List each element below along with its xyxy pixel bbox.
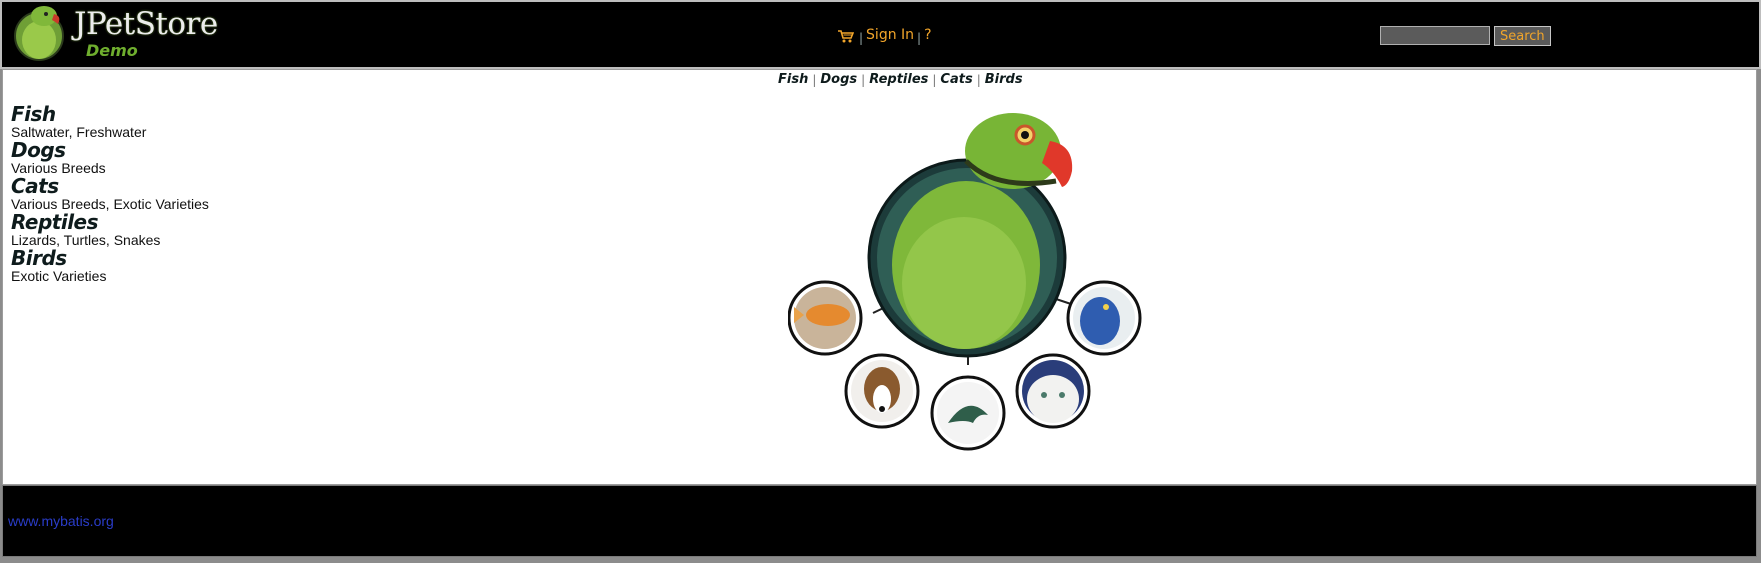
sidebar-item-dogs[interactable]: Dogs [11, 140, 251, 160]
shopping-cart-icon[interactable] [838, 29, 855, 47]
sidebar-item-cats[interactable]: Cats [11, 176, 251, 196]
quick-link-dogs[interactable]: Dogs [820, 72, 857, 87]
footer: www.mybatis.org [2, 485, 1757, 557]
search-form: Search [1380, 26, 1551, 46]
quick-link-fish[interactable]: Fish [778, 72, 808, 87]
splash-image-map [788, 113, 1142, 451]
link-separator: | [932, 72, 937, 87]
sidebar-desc-birds: Exotic Varieties [11, 268, 107, 284]
sidebar-item-birds[interactable]: Birds [11, 248, 251, 268]
help-link[interactable]: ? [924, 27, 931, 43]
mybatis-link[interactable]: www.mybatis.org [8, 513, 114, 529]
sidebar-item-reptiles[interactable]: Reptiles [11, 212, 251, 232]
logo-subtitle: Demo [86, 41, 138, 60]
search-button[interactable]: Search [1494, 26, 1551, 46]
main-content: Fish | Dogs | Reptiles | Cats | Birds Fi… [2, 69, 1757, 485]
fish-splash-link[interactable] [788, 280, 863, 356]
link-separator: | [861, 72, 866, 87]
search-input[interactable] [1380, 26, 1490, 45]
parrot-logo-icon [14, 6, 64, 61]
birds-splash-link[interactable] [867, 113, 1073, 358]
quick-link-cats[interactable]: Cats [940, 72, 972, 87]
menu-separator: | [859, 31, 864, 45]
quick-link-birds[interactable]: Birds [985, 72, 1023, 87]
reptiles-splash-link[interactable] [930, 375, 1006, 451]
menu-separator: | [917, 31, 922, 45]
quick-links: Fish | Dogs | Reptiles | Cats | Birds [778, 72, 1023, 87]
header: JPetStore Demo | Sign In | ? Search [0, 0, 1761, 69]
logo-title: JPetStore [74, 6, 218, 42]
sidebar: Fish Saltwater, Freshwater Dogs Various … [11, 104, 251, 284]
birds-small-splash-link[interactable] [1066, 280, 1142, 356]
logo[interactable]: JPetStore Demo [14, 4, 234, 64]
quick-link-reptiles[interactable]: Reptiles [869, 72, 928, 87]
link-separator: | [812, 72, 817, 87]
menu-content: | Sign In | ? [838, 26, 932, 47]
sign-in-link[interactable]: Sign In [866, 27, 914, 43]
cats-splash-link[interactable] [1015, 353, 1091, 429]
link-separator: | [976, 72, 981, 87]
sidebar-item-fish[interactable]: Fish [11, 104, 251, 124]
dogs-splash-link[interactable] [844, 353, 920, 429]
